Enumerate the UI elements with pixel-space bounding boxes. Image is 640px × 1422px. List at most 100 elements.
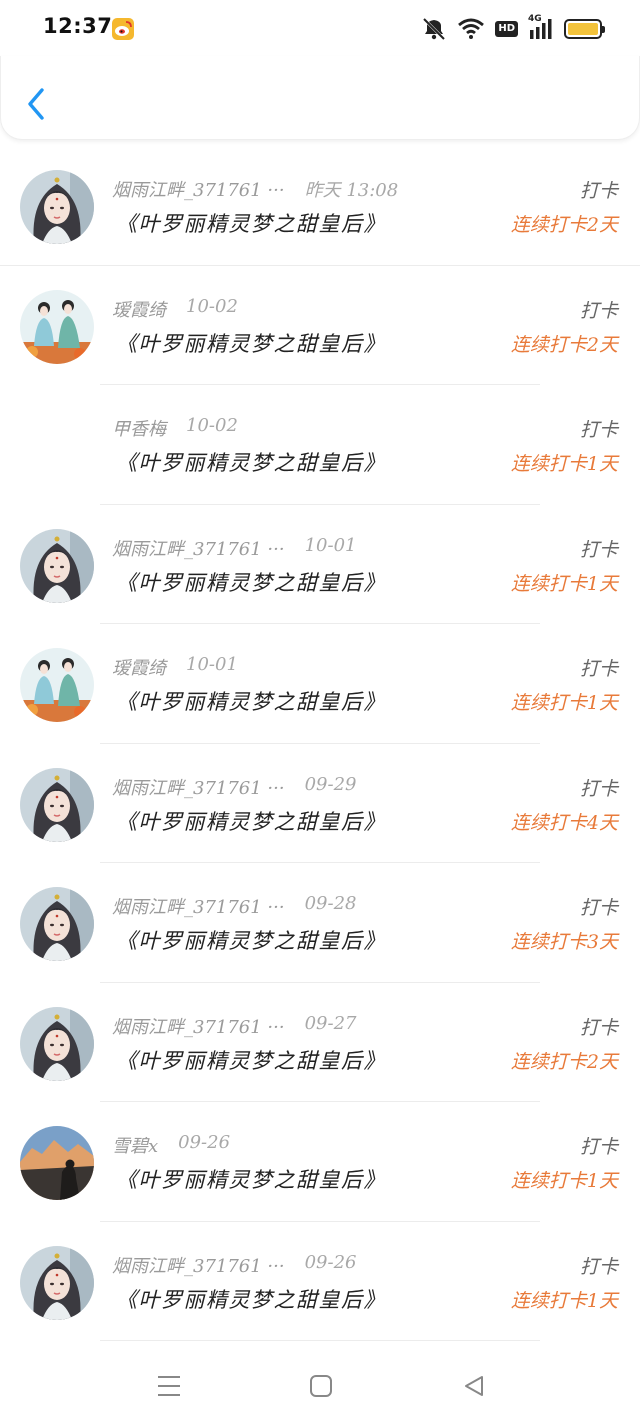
system-nav-bar	[0, 1350, 640, 1422]
post-date: 昨天 13:08	[304, 180, 399, 201]
item-meta: 雪碧x 09-26	[112, 1132, 230, 1158]
book-title: 《叶罗丽精灵梦之甜皇后》	[116, 1168, 386, 1192]
checkin-label: 打卡	[579, 1136, 618, 1158]
username[interactable]: 烟雨江畔_371761 ···	[112, 774, 285, 800]
avatar-girl-icon	[20, 1006, 94, 1081]
post-date: 09-28	[304, 893, 357, 914]
streak-label: 连续打卡1天	[510, 692, 618, 714]
list-item[interactable]: 瑷霞绮 10-01 《叶罗丽精灵梦之甜皇后》 打卡连续打卡1天	[0, 624, 640, 744]
item-meta: 烟雨江畔_371761 ··· 昨天 13:08	[112, 176, 398, 202]
checkin-list: 烟雨江畔_371761 ··· 昨天 13:08 《叶罗丽精灵梦之甜皇后》 打卡 连续打…	[0, 146, 640, 1341]
item-meta: 甲香梅 10-02	[112, 415, 238, 441]
status-time: 12:37	[43, 14, 113, 38]
home-square-icon	[310, 1375, 332, 1397]
signal-icon: 4G	[528, 14, 554, 40]
item-meta: 瑷霞绮 10-01	[112, 654, 238, 680]
hd-badge: HD	[495, 21, 518, 37]
list-item[interactable]: 烟雨江畔_371761 ··· 09-27 《叶罗丽精灵梦之甜皇后》 打卡连续打卡2天	[0, 983, 640, 1102]
list-item[interactable]: 烟雨江畔_371761 ··· 09-26 《叶罗丽精灵梦之甜皇后》 打卡连续打卡1天	[0, 1222, 640, 1341]
streak-label: 连续打卡4天	[510, 811, 618, 834]
book-title: 《叶罗丽精灵梦之甜皇后》	[116, 331, 386, 356]
battery-icon	[564, 19, 605, 39]
mute-icon	[421, 17, 447, 41]
list-item[interactable]: 烟雨江畔_371761 ··· 09-29 《叶罗丽精灵梦之甜皇后》 打卡连续打卡4天	[0, 744, 640, 863]
checkin-label: 打卡	[579, 777, 618, 800]
streak-label: 连续打卡1天	[510, 572, 618, 595]
checkin-label: 打卡	[579, 1255, 618, 1278]
checkin-label: 打卡	[579, 658, 618, 680]
streak-label: 连续打卡1天	[510, 1289, 618, 1312]
back-button[interactable]	[19, 84, 53, 124]
post-date: 09-26	[304, 1251, 357, 1273]
avatar[interactable]	[20, 1245, 94, 1320]
streak-label: 连续打卡1天	[510, 453, 618, 475]
post-date: 10-01	[304, 534, 357, 556]
list-item[interactable]: 甲香梅 10-02 《叶罗丽精灵梦之甜皇后》 打卡 连续打卡1天	[0, 385, 640, 505]
home-button[interactable]	[303, 1368, 339, 1404]
list-item[interactable]: 雪碧x 09-26 《叶罗丽精灵梦之甜皇后》 打卡连续打卡1天	[0, 1102, 640, 1222]
username[interactable]: 烟雨江畔_371761 ···	[112, 535, 285, 561]
avatar-mountain-icon	[20, 1126, 94, 1200]
username[interactable]: 瑷霞绮	[112, 654, 166, 680]
avatar[interactable]	[20, 1126, 94, 1200]
item-meta: 烟雨江畔_371761 ··· 09-29	[112, 774, 357, 800]
weibo-icon	[112, 18, 134, 40]
avatar[interactable]	[20, 1006, 94, 1081]
list-item[interactable]: 烟雨江畔_371761 ··· 昨天 13:08 《叶罗丽精灵梦之甜皇后》 打卡 连续打…	[0, 146, 640, 266]
post-date: 09-29	[304, 773, 357, 795]
avatar[interactable]	[20, 528, 94, 603]
wifi-icon	[457, 18, 485, 40]
post-date: 10-02	[186, 415, 238, 436]
username[interactable]: 烟雨江畔_371761 ···	[112, 176, 285, 202]
username[interactable]: 雪碧x	[112, 1132, 158, 1158]
list-item[interactable]: 瑷霞绮 10-02 《叶罗丽精灵梦之甜皇后》 打卡连续打卡2天	[0, 266, 640, 385]
list-item[interactable]: 烟雨江畔_371761 ··· 09-28 《叶罗丽精灵梦之甜皇后》 打卡 连续打卡3天	[0, 863, 640, 983]
avatar-couple-icon	[20, 648, 94, 722]
avatar[interactable]	[20, 887, 94, 961]
avatar[interactable]	[20, 767, 94, 842]
checkin-label: 打卡	[579, 299, 618, 322]
menu-icon	[158, 1376, 180, 1396]
list-item[interactable]: 烟雨江畔_371761 ··· 10-01 《叶罗丽精灵梦之甜皇后》 打卡 连续打卡1天	[0, 505, 640, 624]
book-title: 《叶罗丽精灵梦之甜皇后》	[116, 690, 386, 714]
avatar-girl-icon	[20, 767, 94, 842]
username[interactable]: 瑷霞绮	[112, 296, 166, 322]
avatar[interactable]	[20, 170, 94, 244]
username[interactable]: 烟雨江畔_371761 ···	[112, 1252, 285, 1278]
username[interactable]: 烟雨江畔_371761 ···	[112, 893, 285, 919]
streak-label: 连续打卡2天	[510, 333, 618, 356]
network-type: 4G	[528, 14, 542, 24]
avatar-girl-icon	[20, 1245, 94, 1320]
status-icons: HD 4G	[421, 14, 605, 42]
item-meta: 烟雨江畔_371761 ··· 09-26	[112, 1252, 357, 1278]
username[interactable]: 烟雨江畔_371761 ···	[112, 1013, 285, 1039]
avatar[interactable]	[20, 289, 94, 364]
post-date: 09-26	[178, 1132, 231, 1153]
book-title: 《叶罗丽精灵梦之甜皇后》	[116, 929, 386, 953]
item-meta: 烟雨江畔_371761 ··· 09-28	[112, 893, 357, 919]
checkin-label: 打卡	[579, 180, 618, 202]
divider	[100, 1340, 540, 1341]
book-title: 《叶罗丽精灵梦之甜皇后》	[116, 1287, 386, 1312]
username[interactable]: 甲香梅	[112, 415, 166, 441]
back-triangle-icon	[465, 1376, 483, 1396]
avatar[interactable]	[20, 648, 94, 722]
checkin-label: 打卡	[579, 1016, 618, 1039]
header-bar	[0, 56, 640, 140]
book-title: 《叶罗丽精灵梦之甜皇后》	[116, 809, 386, 834]
item-meta: 烟雨江畔_371761 ··· 09-27	[112, 1013, 357, 1039]
post-date: 10-02	[186, 295, 238, 317]
streak-label: 连续打卡2天	[510, 214, 618, 236]
checkin-label: 打卡	[579, 419, 618, 441]
avatar-girl-icon	[20, 887, 94, 961]
avatar-girl-icon	[20, 528, 94, 603]
book-title: 《叶罗丽精灵梦之甜皇后》	[116, 1048, 386, 1073]
menu-button[interactable]	[151, 1368, 187, 1404]
streak-label: 连续打卡2天	[510, 1050, 618, 1073]
chevron-left-icon	[28, 88, 44, 120]
avatar-couple-icon	[20, 289, 94, 364]
nav-back-button[interactable]	[456, 1368, 492, 1404]
status-bar: 12:37 HD 4G	[0, 0, 640, 56]
streak-label: 连续打卡1天	[510, 1170, 618, 1192]
item-meta: 瑷霞绮 10-02	[112, 296, 238, 322]
